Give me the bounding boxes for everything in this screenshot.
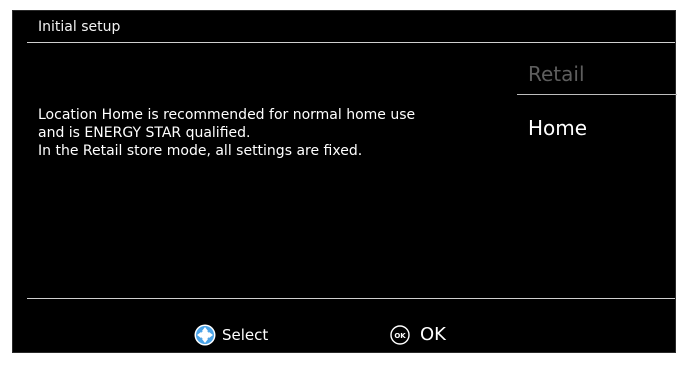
select-hint: Select bbox=[194, 324, 268, 346]
ok-hint[interactable]: OK OK bbox=[390, 324, 446, 345]
ok-icon-text: OK bbox=[394, 332, 406, 340]
description-line: In the Retail store mode, all settings a… bbox=[38, 143, 363, 159]
description-text: Location Home is recommended for normal … bbox=[38, 106, 508, 160]
option-home[interactable]: Home bbox=[517, 95, 677, 141]
option-retail[interactable]: Retail bbox=[517, 61, 677, 94]
description-line: Location Home is recommended for normal … bbox=[38, 107, 416, 123]
dialog-title: Initial setup bbox=[38, 19, 121, 35]
description-line: and is ENERGY STAR qualified. bbox=[38, 125, 251, 141]
footer-divider bbox=[27, 298, 675, 299]
setup-dialog: Initial setup Location Home is recommend… bbox=[12, 10, 677, 353]
dpad-icon bbox=[194, 324, 216, 346]
select-label: Select bbox=[222, 326, 269, 344]
ok-button-icon: OK bbox=[390, 324, 410, 345]
ok-label: OK bbox=[420, 324, 446, 345]
location-options: Retail Home bbox=[517, 61, 677, 141]
title-divider bbox=[27, 42, 675, 43]
